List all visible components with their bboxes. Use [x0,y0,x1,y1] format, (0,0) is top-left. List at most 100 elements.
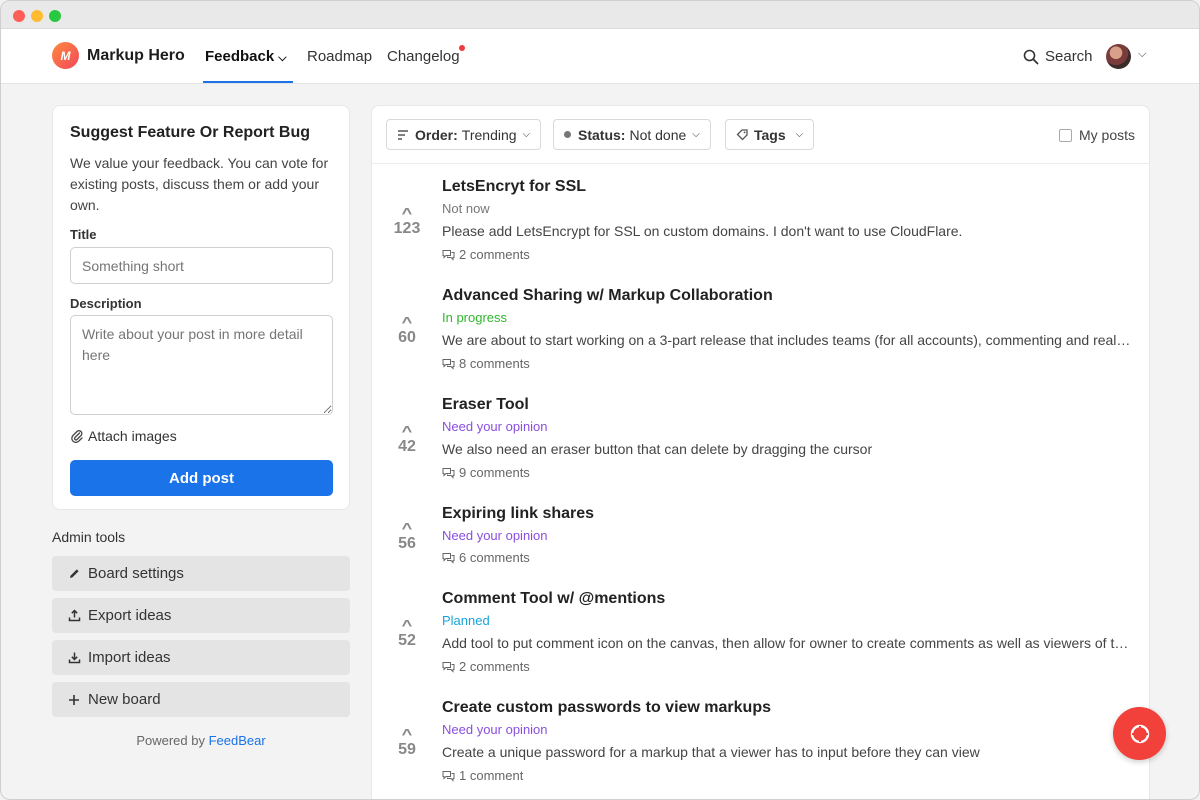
suggest-card: Suggest Feature Or Report Bug We value y… [52,105,350,510]
comments-count: 8 comments [459,356,530,371]
nav-feedback-label: Feedback [205,48,275,65]
powered-by-prefix: Powered by [136,733,205,748]
comment-icon [442,467,455,479]
status-filter-key: Status: [578,126,626,143]
nav-feedback[interactable]: Feedback ⌵ [205,48,287,65]
post-title[interactable]: Expiring link shares [442,505,594,523]
post-description: We are about to start working on a 3-par… [442,332,1134,348]
minimize-window-button[interactable] [31,10,43,22]
nav-changelog[interactable]: Changelog [387,48,460,65]
vote-count: 42 [398,438,416,455]
vote-count: 52 [398,632,416,649]
post-title[interactable]: Create custom passwords to view markups [442,699,771,717]
comments-count: 6 comments [459,550,530,565]
status-filter-value: Not done [629,126,687,143]
download-icon [66,651,82,664]
comments-count: 1 comment [459,768,524,783]
attach-images-button[interactable]: Attach images [70,428,177,444]
browser-window: M Markup Hero Feedback ⌵ Roadmap Changelo… [0,0,1200,800]
post-description: Create a unique password for a markup th… [442,744,980,760]
upvote-arrow-icon: ˄ [401,313,413,328]
paperclip-icon [71,430,83,443]
pencil-icon [66,567,82,580]
upvote-button[interactable]: ˄ 123 [386,204,428,238]
post-title[interactable]: Advanced Sharing w/ Markup Collaboration [442,287,773,305]
post-comments[interactable]: 2 comments [442,247,530,262]
post-title[interactable]: Comment Tool w/ @mentions [442,590,665,608]
post-comments[interactable]: 1 comment [442,768,523,783]
export-ideas-button[interactable]: Export ideas [52,598,350,633]
comment-icon [442,249,455,261]
vote-count: 59 [398,741,416,758]
post-title[interactable]: Eraser Tool [442,396,529,414]
chevron-down-icon: ⌵ [522,129,531,140]
nav-roadmap[interactable]: Roadmap [307,48,372,65]
nav-active-underline [203,81,293,83]
post-description: We also need an eraser button that can d… [442,441,873,457]
chevron-down-icon: ⌵ [795,129,804,140]
vote-count: 60 [398,329,416,346]
title-input[interactable] [70,247,333,284]
search-label: Search [1045,48,1093,65]
post-description: Add tool to put comment icon on the canv… [442,635,1134,651]
post-comments[interactable]: 6 comments [442,550,530,565]
post-comments[interactable]: 8 comments [442,356,530,371]
posts-card: Order: Trending ⌵ Status: Not done ⌵ Tag… [371,105,1150,799]
upvote-arrow-icon: ˄ [401,519,413,534]
close-window-button[interactable] [13,10,25,22]
tags-filter[interactable]: Tags ⌵ [725,119,815,150]
description-input[interactable] [70,315,333,415]
post-comments[interactable]: 9 comments [442,465,530,480]
upvote-button[interactable]: ˄ 42 [386,422,428,456]
board-settings-label: Board settings [88,565,184,582]
board-settings-button[interactable]: Board settings [52,556,350,591]
post-title[interactable]: LetsEncryt for SSL [442,178,586,196]
status-dot-icon [564,131,571,138]
top-navigation: M Markup Hero Feedback ⌵ Roadmap Changelo… [1,29,1199,84]
upvote-button[interactable]: ˄ 52 [386,616,428,650]
feedbear-link[interactable]: FeedBear [209,733,266,748]
upvote-arrow-icon: ˄ [401,725,413,740]
new-board-button[interactable]: New board [52,682,350,717]
comment-icon [442,770,455,782]
tag-icon [736,129,748,141]
powered-by: Powered by FeedBear [52,733,350,748]
suggest-heading: Suggest Feature Or Report Bug [70,124,311,141]
post-comments[interactable]: 2 comments [442,659,530,674]
brand-link[interactable]: M Markup Hero [52,42,185,69]
my-posts-label: My posts [1078,127,1135,143]
status-filter[interactable]: Status: Not done ⌵ [553,119,711,150]
comment-icon [442,661,455,673]
add-post-button[interactable]: Add post [70,460,333,496]
user-avatar[interactable] [1106,44,1131,69]
chevron-down-icon: ⌵ [278,52,287,64]
upvote-button[interactable]: ˄ 60 [386,313,428,347]
attach-images-label: Attach images [88,428,177,444]
admin-tools-title: Admin tools [52,529,126,545]
comments-count: 9 comments [459,465,530,480]
chevron-down-icon[interactable]: ⌵ [1138,48,1146,61]
comment-icon [442,358,455,370]
suggest-intro: We value your feedback. You can vote for… [70,155,329,213]
title-bar [1,1,1199,29]
my-posts-toggle[interactable]: My posts [1058,127,1135,143]
search-icon [1023,49,1039,64]
post-status: In progress [442,310,508,325]
export-ideas-label: Export ideas [88,607,172,624]
filter-bar: Order: Trending ⌵ Status: Not done ⌵ Tag… [372,106,1149,164]
lifebuoy-icon [1130,724,1149,743]
search-button[interactable]: Search [1023,48,1093,65]
support-chat-button[interactable] [1113,707,1166,760]
comment-icon [442,552,455,564]
plus-icon [66,694,82,706]
order-filter[interactable]: Order: Trending ⌵ [386,119,542,150]
comments-count: 2 comments [459,247,530,262]
order-filter-key: Order: [415,126,458,143]
vote-count: 56 [398,535,416,552]
import-ideas-button[interactable]: Import ideas [52,640,350,675]
upvote-button[interactable]: ˄ 59 [386,725,428,759]
upvote-button[interactable]: ˄ 56 [386,519,428,553]
upvote-arrow-icon: ˄ [401,422,413,437]
my-posts-checkbox[interactable] [1058,128,1072,142]
maximize-window-button[interactable] [49,10,61,22]
